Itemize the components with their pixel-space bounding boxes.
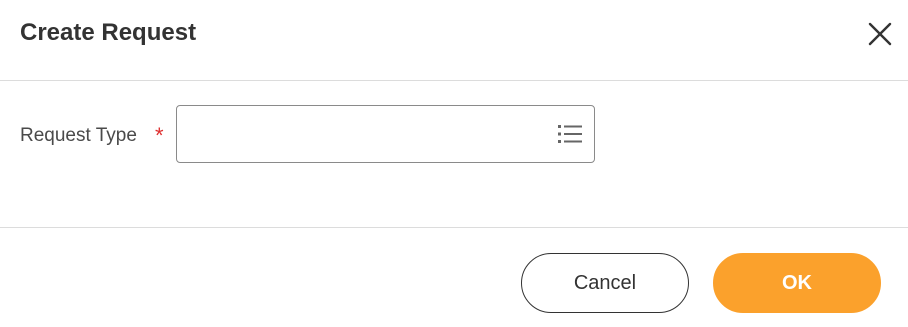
request-type-label: Request Type bbox=[20, 125, 137, 146]
create-request-dialog: Create Request Request Type * Cancel OK bbox=[0, 0, 908, 327]
request-type-input[interactable] bbox=[176, 105, 595, 163]
close-icon bbox=[868, 22, 892, 46]
dialog-footer: Cancel OK bbox=[0, 227, 908, 327]
list-icon bbox=[558, 125, 582, 143]
close-button[interactable] bbox=[866, 20, 894, 48]
required-marker: * bbox=[155, 123, 164, 148]
dialog-body: Request Type * bbox=[0, 82, 908, 227]
prompt-list-button[interactable] bbox=[558, 123, 582, 145]
ok-button[interactable]: OK bbox=[713, 253, 881, 313]
dialog-header: Create Request bbox=[0, 0, 908, 81]
dialog-title: Create Request bbox=[20, 19, 197, 46]
cancel-button[interactable]: Cancel bbox=[521, 253, 689, 313]
